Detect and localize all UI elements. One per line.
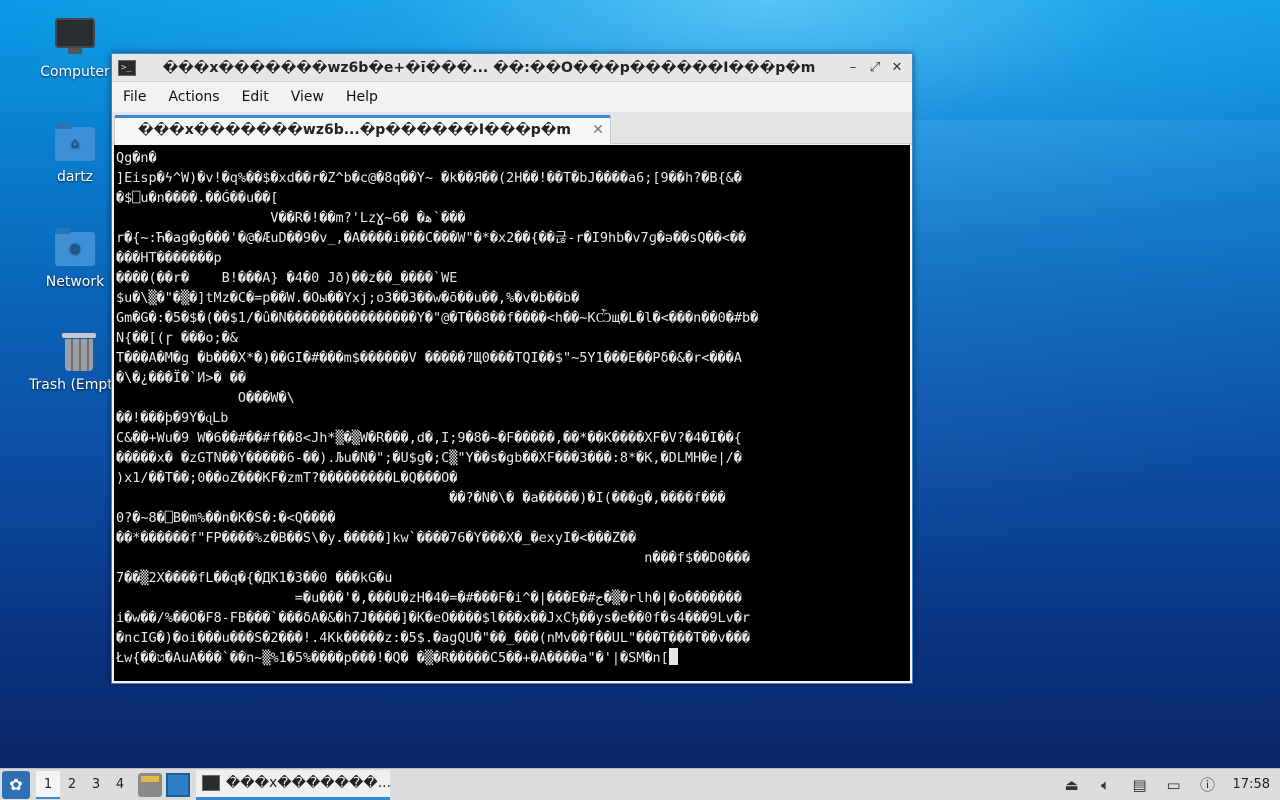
terminal-line: $u�\▒�"�▒�]tMz�C�=p��W.�Oы��Yxj;o3��3��w… [116,290,580,306]
menu-view[interactable]: View [280,89,335,105]
network-tray-icon[interactable]: ▭ [1162,773,1186,797]
terminal-line: Qg�n� [116,150,157,166]
terminal-line: �\�¿���Ï�`И>� �� [116,370,247,386]
clipboard-icon[interactable]: ▤ [1128,773,1152,797]
terminal-line: N{��[(ɼ ���o;�& [116,330,238,346]
terminal-window[interactable]: >_ ���x�������wz6b�e+�ī���... ��:��O���p… [111,53,913,684]
terminal-cursor [668,648,678,665]
menu-help[interactable]: Help [335,89,389,105]
terminal-line: T���A�M�g �b���X*�)��GI�#���m$������V ��… [116,350,742,366]
menu-edit[interactable]: Edit [231,89,280,105]
menu-file[interactable]: File [112,89,157,105]
terminal-line: 7��▒2X����fL��q�{�ДK1�3��0 ���kG�u [116,570,393,586]
clock[interactable]: 17:58 [1233,777,1270,792]
desktop-icon-network[interactable]: ◍ Network [25,228,125,290]
taskbar: ✿ 1 2 3 4 ���x�������... ⏏ 🔈︎ ▤ ▭ ⓘ 17:5… [0,768,1280,800]
terminal-line: �$⎕u�n����.��Ǵ��u��[ [116,190,279,206]
window-titlebar[interactable]: >_ ���x�������wz6b�e+�ī���... ��:��O���p… [112,54,912,82]
terminal-line: 0?�~8�⎕B�m%��n�K�S�:�<Q���� [116,510,336,526]
terminal-line: C&��+Wu�9 W�6��#��#f��8<Jh*▒�▒W�R���,d�,… [116,430,742,446]
terminal-line: O���W�\ [116,390,295,406]
window-title: ���x�������wz6b�e+�ī���... ��:��O���p���… [162,59,816,76]
terminal-text: Qg�n� ]Eisp�ϟ^W)�v!�q%��$�xd��r�Z^b�c@�8… [116,148,910,668]
home-folder-icon: ⌂ [53,123,97,163]
terminal-line: ����(��r� B!���A} �4�0 Jð)��z��_����`WE [116,270,458,286]
terminal-line: ��!���þ�9Y�ɋLb [116,410,229,426]
terminal-tab[interactable]: ���x�������wz6b...�p������I���p�m ✕ [114,115,611,144]
close-button[interactable]: ✕ [886,60,908,75]
minimize-button[interactable]: – [842,60,864,75]
terminal-line: ��*������f"FP����%z�B��S\�y.�����]kw`���… [116,530,637,546]
terminal-line: r�{~:Ћ�ag�g���'�@�ÆuD��9�v_,�A����i���C�… [116,230,747,246]
tab-strip: ���x�������wz6b...�p������I���p�m ✕ [112,112,912,144]
start-menu-icon[interactable]: ✿ [2,770,30,799]
taskbar-window-title: ���x�������... [225,775,390,791]
wallpaper-shade [900,120,1280,640]
terminal-line: =�u���'�,���U�zH�4�=�#���F�i^�|���E�#ج�▒… [116,590,742,606]
eject-icon[interactable]: ⏏ [1060,773,1084,797]
tab-close-icon[interactable]: ✕ [586,122,610,138]
menu-bar: File Actions Edit View Help [112,82,912,112]
terminal-app-icon: >_ [118,59,136,76]
terminal-line: ]Eisp�ϟ^W)�v!�q%��$�xd��r�Z^b�c@�8q��Y~ … [116,170,742,186]
terminal-line: �ncIG�)�oi���u���S�2���!.4Kk�����z:�5$.�… [116,630,750,646]
trash-icon [57,331,101,371]
terminal-line: Łw{��ט�AuA���`��n~▒%1�5%����p���!�Q� �▒�… [116,650,669,666]
tab-label: ���x�������wz6b...�p������I���p�m [138,122,571,138]
desktop-icon-label: Network [45,274,105,290]
show-desktop-icon[interactable] [166,772,190,797]
workspace-1[interactable]: 1 [36,770,60,799]
update-notifier-icon[interactable]: ⓘ [1196,773,1220,797]
terminal-task-icon [202,775,220,791]
terminal-line: ��?�N�\� �a�����)�I(���g�,����f��� [116,490,726,506]
network-folder-icon: ◍ [53,228,97,268]
workspace-2[interactable]: 2 [60,771,84,799]
terminal-line: n���f$��D0��� [116,550,750,566]
taskbar-window-button[interactable]: ���x�������... [196,769,390,800]
workspace-4[interactable]: 4 [108,771,132,799]
system-tray: ⏏ 🔈︎ ▤ ▭ ⓘ 17:58 [1055,770,1280,800]
menu-actions[interactable]: Actions [157,89,230,105]
desktop-icon-home[interactable]: ⌂ dartz [25,123,125,185]
terminal-line: ���HT�������p [116,250,222,266]
computer-icon [53,18,97,58]
workspace-3[interactable]: 3 [84,771,108,799]
file-manager-launcher-icon[interactable] [138,772,162,797]
terminal-line: )x1/��T��;0��oZ���KF�zmT?���������L�Q���… [116,470,458,486]
desktop-icon-label: Computer [40,64,110,80]
terminal-output[interactable]: Qg�n� ]Eisp�ϟ^W)�v!�q%��$�xd��r�Z^b�c@�8… [114,145,910,681]
maximize-button[interactable]: ⤢ [864,60,886,75]
terminal-line: V��R�!��m?'LzƔ~6� �ﻫ`��� [116,210,466,226]
desktop-icon-computer[interactable]: Computer [25,18,125,80]
terminal-line: Gm�G�:�5�$�(��$1/�û�N����������������Y�"… [116,310,759,326]
terminal-line: �����x� �zGTN��Y�����6-��).Љu�N�";�U$g�;… [116,450,742,466]
terminal-line: i�w��/%��O�F8-FB���`���δA�&�h7J����]�K�e… [116,610,750,626]
desktop-icon-label: dartz [56,169,94,185]
volume-icon[interactable]: 🔈︎ [1094,773,1118,797]
